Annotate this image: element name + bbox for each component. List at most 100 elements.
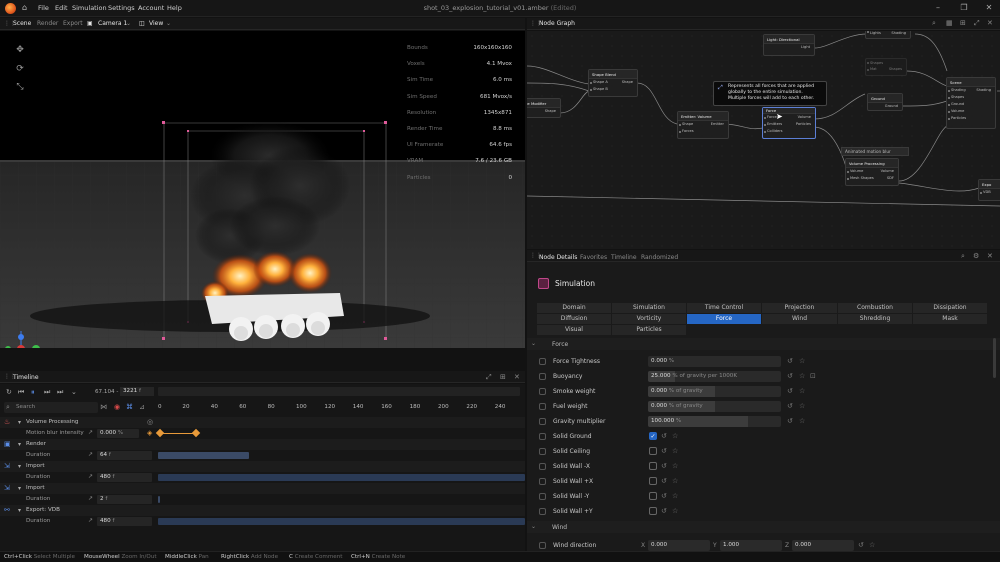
view-icon[interactable]: ◫ [139,20,145,27]
section-header-force[interactable]: ⌄ Force [527,338,1000,350]
track-export-duration[interactable]: Duration ↗ 480 f [0,516,525,527]
node-emitter-volume[interactable]: Emitter: Volume Shape Emitter Forces [677,111,729,139]
favorite-checkbox[interactable] [539,373,546,380]
buoyancy-slider[interactable]: 25.000 % of gravity per 1000K [648,371,781,382]
star-icon[interactable]: ☆ [799,372,805,380]
wind-x-field[interactable]: 0.000 [648,540,710,551]
star-icon[interactable]: ☆ [869,541,875,549]
pause-icon[interactable]: ⏸ [31,388,35,397]
reset-icon[interactable]: ↺ [858,541,864,549]
comment-label[interactable]: Animated motion blur [841,147,909,156]
category-dissipation[interactable]: Dissipation [913,303,988,313]
solid-wall-neg-y-checkbox[interactable] [649,492,657,500]
close-icon[interactable]: ✕ [983,2,995,14]
star-icon[interactable]: ☆ [799,417,805,425]
motion-blur-field[interactable]: 0.000 % [97,429,139,438]
view-menu[interactable]: View [149,20,163,27]
section-header-wind[interactable]: ⌄ Wind [527,521,1000,533]
tab-render[interactable]: Render [37,20,58,27]
record-icon[interactable]: ◉ [114,403,120,411]
category-force[interactable]: Force [687,314,762,324]
chevron-down-icon[interactable]: ⌄ [166,20,171,27]
solid-wall-pos-y-checkbox[interactable] [649,507,657,515]
keyframe[interactable] [191,428,201,438]
expand-icon[interactable]: ⤢ [486,373,492,382]
star-icon[interactable]: ☆ [672,507,678,515]
favorite-checkbox[interactable] [539,418,546,425]
clip-bar[interactable] [158,518,525,525]
reset-icon[interactable]: ↺ [661,477,667,485]
category-simulation[interactable]: Simulation [612,303,687,313]
reset-icon[interactable]: ↺ [661,492,667,500]
scrollbar-thumb[interactable] [993,338,996,378]
key-icon[interactable]: ⌘ [126,403,133,411]
search-input[interactable]: Search [4,402,98,413]
reset-icon[interactable]: ↺ [661,462,667,470]
fuel-weight-slider[interactable]: 0.000 % of gravity [648,401,781,412]
star-icon[interactable]: ☆ [799,402,805,410]
tab-node-details[interactable]: Node Details [539,254,577,261]
node-scene[interactable]: Scene Shading Shading Shapes Ground Volum… [946,77,996,129]
category-particles[interactable]: Particles [612,325,687,335]
favorite-checkbox[interactable] [539,388,546,395]
reset-icon[interactable]: ↺ [661,507,667,515]
visibility-icon[interactable]: ◎ [147,418,153,426]
track-import-2-duration[interactable]: Duration ↗ 2 f [0,494,525,505]
playback-dropdown-icon[interactable]: ⌄ [71,388,77,396]
star-icon[interactable]: ☆ [672,432,678,440]
node-shapes[interactable]: Shapes Mat Shapes [865,58,907,76]
layout-icon[interactable]: ▦ [946,19,953,27]
tab-favorites[interactable]: Favorites [580,254,607,261]
reset-icon[interactable]: ↺ [787,387,793,395]
node-volume-processing[interactable]: Volume Processing Volume Volume Mesh Shap… [845,158,899,186]
export-duration-field[interactable]: 480 f [97,517,152,526]
star-icon[interactable]: ☆ [799,387,805,395]
reset-icon[interactable]: ↺ [787,417,793,425]
import-1-duration-field[interactable]: 480 f [97,473,152,482]
star-icon[interactable]: ☆ [672,477,678,485]
grid-icon[interactable]: ⊞ [500,373,506,381]
render-duration-field[interactable]: 64 f [97,451,152,460]
favorite-checkbox[interactable] [539,463,546,470]
category-diffusion[interactable]: Diffusion [537,314,612,324]
skip-back-icon[interactable]: ⏮ [18,388,24,397]
favorite-checkbox[interactable] [539,433,546,440]
solid-wall-neg-x-checkbox[interactable] [649,462,657,470]
star-icon[interactable]: ☆ [672,462,678,470]
clip-bar[interactable] [158,452,249,459]
node-shape-blend[interactable]: Shape Blend Shape A Shape Shape B [588,69,638,97]
minimize-icon[interactable]: – [932,2,944,14]
solid-ground-checkbox[interactable]: ✓ [649,432,657,440]
solid-ceiling-checkbox[interactable] [649,447,657,455]
menu-account[interactable]: Account [138,4,164,12]
track-import-2[interactable]: ⇲ ▾ Import [0,483,525,494]
expand-icon[interactable]: ⤢ [974,19,980,28]
tab-timeline[interactable]: Timeline [611,254,637,261]
category-wind[interactable]: Wind [762,314,838,324]
clip-bar[interactable] [158,474,525,481]
track-render[interactable]: ▣ ▾ Render [0,439,525,450]
category-projection[interactable]: Projection [762,303,838,313]
reset-icon[interactable]: ↺ [787,402,793,410]
track-volume-processing[interactable]: ♨ ▾ Volume Processing ◎ [0,417,525,428]
import-2-duration-field[interactable]: 2 f [97,495,152,504]
tab-randomized[interactable]: Randomized [641,254,678,261]
scale-tool-icon[interactable]: ⤡ [14,81,26,93]
solid-wall-pos-x-checkbox[interactable] [649,477,657,485]
track-export-vdb[interactable]: ⚯ ▾ Export: VDB [0,505,525,516]
3d-viewport[interactable]: ✥ ⟳ ⤡ Bounds 160x160x160 Voxels 4.1 Mvox S… [0,31,525,348]
close-panel-icon[interactable]: ✕ [514,373,520,381]
wind-y-field[interactable]: 1.000 [720,540,782,551]
track-render-duration[interactable]: Duration ↗ 64 f [0,450,525,461]
camera-icon[interactable]: ▣ [87,20,93,27]
category-visual[interactable]: Visual [537,325,612,335]
grid-icon[interactable]: ⊞ [960,19,966,27]
favorite-checkbox[interactable] [539,493,546,500]
tab-scene[interactable]: Scene [13,20,31,27]
category-time-control[interactable]: Time Control [687,303,762,313]
keyframe[interactable] [155,428,165,438]
smoke-weight-slider[interactable]: 0.000 % of gravity [648,386,781,397]
reset-icon[interactable]: ↺ [661,447,667,455]
category-vorticity[interactable]: Vorticity [612,314,687,324]
node-force[interactable]: Force Forces Volume Emitters Particles Col… [762,107,816,139]
